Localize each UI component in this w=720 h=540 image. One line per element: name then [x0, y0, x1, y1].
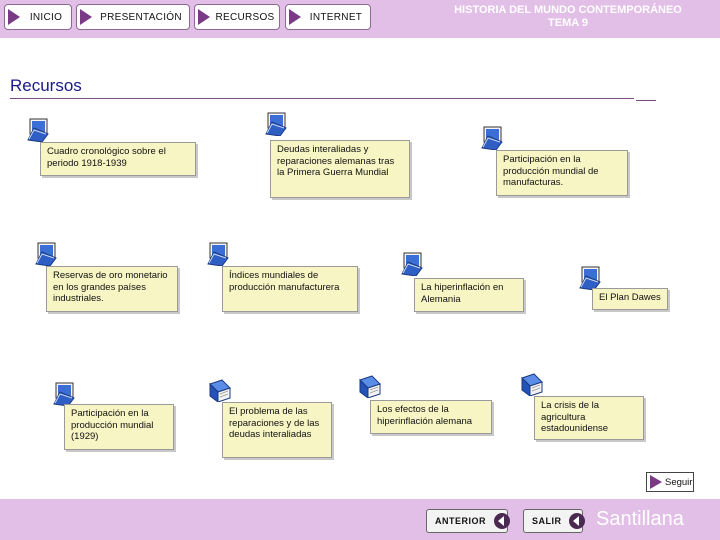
recursos-button[interactable]: RECURSOS [194, 4, 280, 30]
resource-card[interactable]: Participación en la producción mundial d… [496, 150, 628, 196]
document-icon[interactable] [578, 266, 602, 290]
title-line-2: TEMA 9 [548, 17, 588, 29]
internet-button[interactable]: INTERNET [285, 4, 371, 30]
play-icon [198, 9, 210, 25]
arrow-left-icon [569, 513, 585, 529]
document-icon[interactable] [264, 112, 288, 136]
document-icon[interactable] [480, 126, 504, 150]
document-icon[interactable] [52, 382, 76, 406]
page-title: HISTORIA DEL MUNDO CONTEMPORÁNEO TEMA 9 [420, 4, 716, 30]
seguir-label: Seguir [665, 476, 693, 488]
document-icon[interactable] [400, 252, 424, 276]
presentacion-button[interactable]: PRESENTACIÓN [76, 4, 190, 30]
anterior-label: ANTERIOR [435, 516, 486, 526]
recursos-label: RECURSOS [215, 11, 275, 23]
presentacion-label: PRESENTACIÓN [100, 11, 182, 23]
resource-card[interactable]: Participación en la producción mundial (… [64, 404, 174, 450]
resource-card[interactable]: Deudas interaliadas y reparaciones alema… [270, 140, 410, 198]
book-icon[interactable] [208, 378, 232, 402]
seguir-button[interactable]: Seguir [646, 472, 694, 492]
resource-card[interactable]: La crisis de la agricultura estadouniden… [534, 396, 644, 440]
resource-card[interactable]: El problema de las reparaciones y de las… [222, 402, 332, 458]
play-icon [289, 9, 301, 25]
divider [10, 98, 634, 99]
book-icon[interactable] [520, 372, 544, 396]
inicio-label: INICIO [29, 11, 63, 23]
document-icon[interactable] [34, 242, 58, 266]
internet-label: INTERNET [309, 11, 363, 23]
resource-card[interactable]: El Plan Dawes [592, 288, 668, 310]
arrow-left-icon [494, 513, 510, 529]
document-icon[interactable] [26, 118, 50, 142]
resource-card[interactable]: La hiperinflación en Alemania [414, 278, 524, 312]
brand-logo: Santillana [596, 508, 684, 530]
resource-card[interactable]: Reservas de oro monetario en los grandes… [46, 266, 178, 312]
anterior-button[interactable]: ANTERIOR [426, 509, 510, 533]
inicio-button[interactable]: INICIO [4, 4, 72, 30]
document-icon[interactable] [206, 242, 230, 266]
section-title: Recursos [10, 76, 82, 95]
resource-card[interactable]: Cuadro cronológico sobre el periodo 1918… [40, 142, 196, 176]
title-line-1: HISTORIA DEL MUNDO CONTEMPORÁNEO [454, 4, 682, 16]
resource-card[interactable]: Índices mundiales de producción manufact… [222, 266, 358, 312]
salir-label: SALIR [532, 516, 562, 526]
salir-button[interactable]: SALIR [523, 509, 585, 533]
play-icon [650, 475, 662, 489]
play-icon [80, 9, 92, 25]
divider [636, 100, 656, 101]
play-icon [8, 9, 20, 25]
resource-card[interactable]: Los efectos de la hiperinflación alemana [370, 400, 492, 434]
book-icon[interactable] [358, 374, 382, 398]
